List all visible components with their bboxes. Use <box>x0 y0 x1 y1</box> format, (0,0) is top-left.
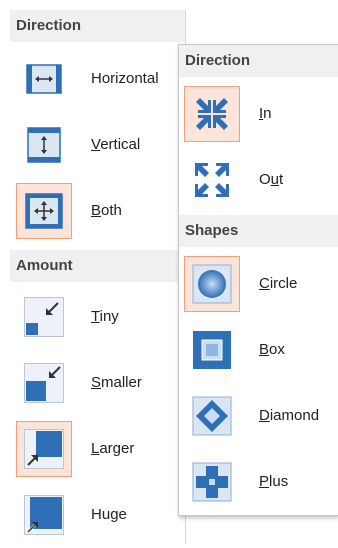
shapes-header: Shapes <box>179 215 338 247</box>
both-tile <box>16 183 72 239</box>
menu-item-plus[interactable]: Plus <box>179 449 338 515</box>
larger-label: Larger <box>91 440 135 457</box>
vertical-arrows-icon <box>27 127 61 163</box>
smaller-tile <box>16 355 72 411</box>
tiny-tile <box>16 289 72 345</box>
in-tile <box>184 86 240 142</box>
menu-item-diamond[interactable]: Diamond <box>179 383 338 449</box>
huge-square-icon <box>24 495 64 535</box>
circle-tile <box>184 256 240 312</box>
four-way-arrows-icon <box>25 193 63 229</box>
tiny-square-icon <box>24 297 64 337</box>
amount-header: Amount <box>10 250 185 282</box>
menu-item-larger[interactable]: Larger <box>10 416 185 482</box>
in-label: In <box>259 105 272 122</box>
menu-item-tiny[interactable]: Tiny <box>10 284 185 350</box>
menu-item-horizontal[interactable]: Horizontal <box>10 46 185 112</box>
larger-tile <box>16 421 72 477</box>
menu-item-huge[interactable]: Huge <box>10 482 185 548</box>
submenu: Direction In Out Shapes Circle Box Diamo… <box>178 44 338 516</box>
smaller-square-icon <box>24 363 64 403</box>
larger-square-icon <box>24 429 64 469</box>
smaller-label: Smaller <box>91 374 142 391</box>
horizontal-arrows-icon <box>26 64 62 94</box>
menu-item-in[interactable]: In <box>179 81 338 147</box>
out-tile <box>184 152 240 208</box>
tiny-label: Tiny <box>91 308 119 325</box>
huge-tile <box>16 487 72 543</box>
box-tile <box>184 322 240 378</box>
box-shape-icon <box>193 331 231 369</box>
vertical-label: Vertical <box>91 136 141 153</box>
both-label: Both <box>91 202 122 219</box>
plus-label: Plus <box>259 473 289 490</box>
huge-label: Huge <box>91 506 127 523</box>
circle-label: Circle <box>259 275 298 292</box>
circle-shape-icon <box>192 264 232 304</box>
left-menu: Direction Horizontal Vertical Both Amoun… <box>10 10 186 544</box>
plus-shape-icon <box>192 462 232 502</box>
arrows-in-icon <box>196 98 228 130</box>
submenu-direction-header: Direction <box>179 45 338 77</box>
horizontal-tile <box>16 51 72 107</box>
diamond-label: Diamond <box>259 407 320 424</box>
diamond-shape-icon <box>192 396 232 436</box>
plus-tile <box>184 454 240 510</box>
menu-item-circle[interactable]: Circle <box>179 251 338 317</box>
menu-item-out[interactable]: Out <box>179 147 338 213</box>
arrows-out-icon <box>195 163 229 197</box>
menu-item-vertical[interactable]: Vertical <box>10 112 185 178</box>
menu-item-smaller[interactable]: Smaller <box>10 350 185 416</box>
horizontal-label: Horizontal <box>91 70 159 87</box>
box-label: Box <box>259 341 285 358</box>
menu-item-both[interactable]: Both <box>10 178 185 244</box>
menu-item-box[interactable]: Box <box>179 317 338 383</box>
diamond-tile <box>184 388 240 444</box>
out-label: Out <box>259 171 284 188</box>
vertical-tile <box>16 117 72 173</box>
direction-header: Direction <box>10 10 185 42</box>
